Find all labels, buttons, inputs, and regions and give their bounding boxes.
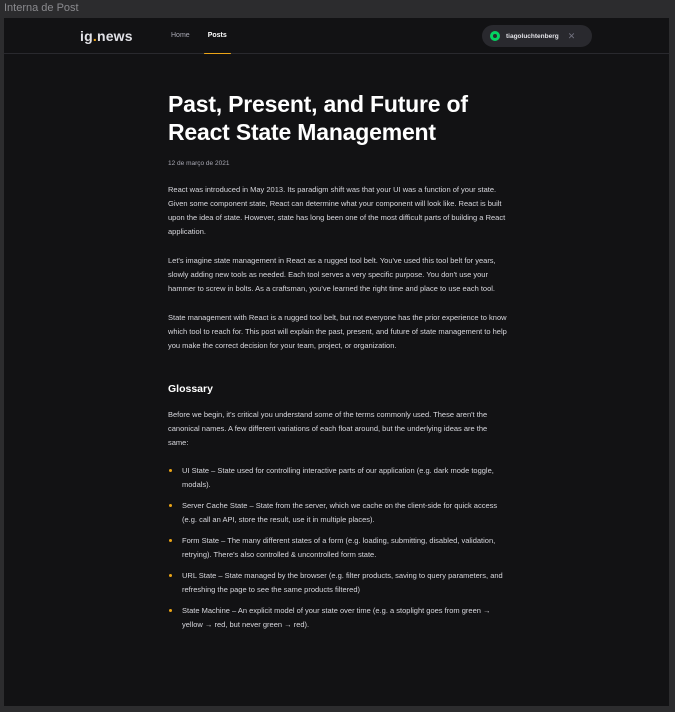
section-intro: Before we begin, it's critical you under… bbox=[168, 410, 488, 447]
post-paragraph: State management with React is a rugged … bbox=[168, 313, 507, 350]
site-header: ig.news Home Posts tiagoluchtenberg ✕ bbox=[4, 18, 669, 54]
window-title: Interna de Post bbox=[4, 2, 79, 14]
close-icon[interactable]: ✕ bbox=[568, 31, 576, 41]
logo-text: ig bbox=[80, 28, 93, 44]
post-paragraph: Let's imagine state management in React … bbox=[168, 256, 496, 293]
post-date: 12 de março de 2021 bbox=[168, 160, 230, 167]
username-label: tiagoluchtenberg bbox=[506, 32, 559, 40]
site-logo[interactable]: ig.news bbox=[80, 28, 133, 44]
list-item: UI State – State used for controlling in… bbox=[168, 464, 508, 492]
list-item: Form State – The many different states o… bbox=[168, 534, 508, 562]
browser-viewport: ig.news Home Posts tiagoluchtenberg ✕ Pa… bbox=[4, 18, 669, 706]
github-icon bbox=[490, 31, 500, 41]
post-paragraph: React was introduced in May 2013. Its pa… bbox=[168, 185, 506, 236]
list-item: URL State – State managed by the browser… bbox=[168, 569, 508, 597]
post-title: Past, Present, and Future of React State… bbox=[168, 91, 468, 145]
main-nav: Home Posts bbox=[169, 18, 231, 54]
nav-posts-link[interactable]: Posts bbox=[203, 18, 231, 54]
glossary-list: UI State – State used for controlling in… bbox=[168, 464, 508, 632]
list-item: Server Cache State – State from the serv… bbox=[168, 499, 508, 527]
section-heading: Glossary bbox=[168, 383, 213, 395]
logo-suffix: news bbox=[96, 28, 133, 44]
nav-home-link[interactable]: Home bbox=[169, 18, 192, 54]
post-article: Past, Present, and Future of React State… bbox=[168, 90, 508, 639]
list-item: State Machine – An explicit model of you… bbox=[168, 604, 508, 632]
github-user-button[interactable]: tiagoluchtenberg ✕ bbox=[482, 25, 592, 47]
